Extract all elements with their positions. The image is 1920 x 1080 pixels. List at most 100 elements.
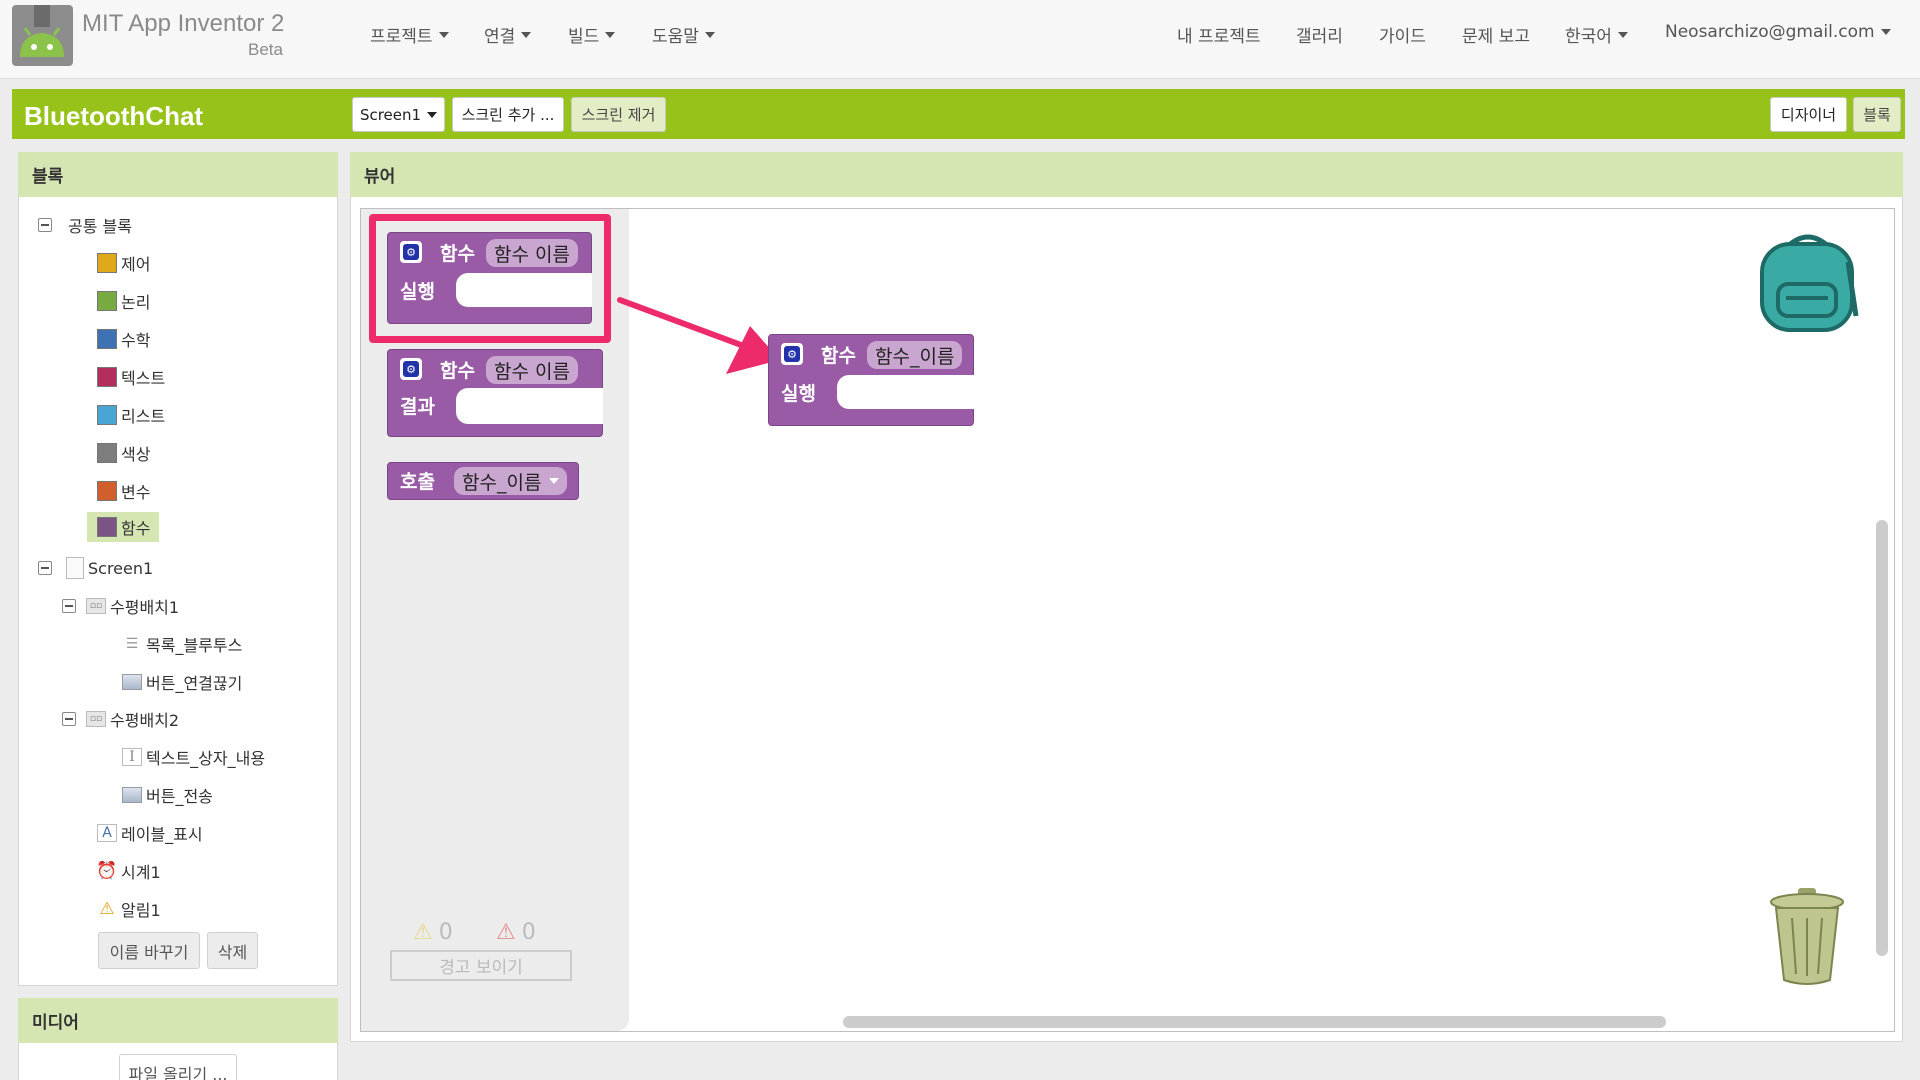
drawer-logic[interactable]: 논리 (97, 289, 150, 313)
nav-my-projects[interactable]: 내 프로젝트 (1177, 22, 1261, 47)
block-keyword: 함수 (440, 360, 475, 382)
media-panel-title: 미디어 (18, 998, 338, 1043)
collapse-icon[interactable] (38, 561, 52, 575)
blocks-panel-title: 블록 (18, 152, 338, 197)
add-screen-button[interactable]: 스크린 추가 ... (452, 97, 564, 132)
menu-build-label: 빌드 (568, 27, 600, 47)
tree-label: 수평배치2 (110, 711, 180, 730)
tree-label: 알림1 (121, 901, 161, 920)
tree-label: 버튼_전송 (146, 787, 213, 806)
block-body-label: 결과 (400, 396, 435, 418)
textbox-icon: I (122, 748, 142, 766)
menu-help[interactable]: 도움말 (652, 22, 715, 47)
colors-swatch-icon (97, 443, 117, 463)
collapse-icon[interactable] (62, 712, 76, 726)
tree-hz1[interactable]: ▫▫ 수평배치1 (62, 594, 179, 618)
block-body-label: 실행 (781, 383, 816, 405)
tree-label-show[interactable]: A 레이블_표시 (97, 821, 203, 845)
procedure-name-field[interactable]: 함수 이름 (486, 356, 578, 384)
drawer-control[interactable]: 제어 (97, 251, 150, 275)
trash-icon[interactable] (1768, 888, 1846, 988)
rename-button[interactable]: 이름 바꾸기 (98, 932, 200, 969)
tree-notifier[interactable]: ⚠ 알림1 (97, 897, 161, 921)
drawer-label: 변수 (121, 483, 151, 502)
control-swatch-icon (97, 253, 117, 273)
lists-swatch-icon (97, 405, 117, 425)
highlight-box (369, 214, 611, 343)
screen-icon (66, 557, 84, 579)
placed-procedure-block[interactable]: ⚙ 함수 함수_이름 실행 (768, 334, 974, 426)
drawer-procedures[interactable]: 함수 (87, 512, 159, 542)
procedure-result-block[interactable]: ⚙ 함수 함수 이름 결과 (387, 349, 603, 437)
mutator-gear-icon[interactable]: ⚙ (781, 343, 803, 365)
menu-connect[interactable]: 연결 (484, 22, 532, 47)
drawer-colors[interactable]: 색상 (97, 441, 150, 465)
tree-builtin-label: 공통 블록 (68, 217, 132, 236)
math-swatch-icon (97, 329, 117, 349)
mutator-gear-icon[interactable]: ⚙ (400, 358, 422, 380)
statement-slot (837, 375, 974, 409)
designer-button[interactable]: 디자이너 (1770, 97, 1847, 132)
procedure-dropdown[interactable]: 함수_이름 (454, 467, 568, 495)
blocks-editor-button[interactable]: 블록 (1853, 97, 1901, 132)
chevron-down-icon (438, 31, 449, 38)
drawer-lists[interactable]: 리스트 (97, 403, 165, 427)
drawer-label: 색상 (121, 445, 151, 464)
upload-file-button[interactable]: 파일 올리기 ... (119, 1054, 237, 1080)
warning-count: 0 (438, 920, 453, 945)
warning-icon: ⚠ (99, 899, 115, 919)
procedure-call-block[interactable]: 호출 함수_이름 (387, 462, 579, 500)
remove-screen-button[interactable]: 스크린 제거 (571, 97, 666, 132)
drawer-text[interactable]: 텍스트 (97, 365, 165, 389)
show-warnings-button[interactable]: 경고 보이기 (390, 950, 572, 981)
tree-clock[interactable]: ⏰ 시계1 (96, 859, 161, 883)
tree-label: 시계1 (121, 863, 161, 882)
block-keyword: 호출 (400, 471, 435, 493)
warning-icon: ⚠ (413, 920, 433, 945)
language-menu[interactable]: 한국어 (1565, 22, 1628, 47)
vertical-scrollbar[interactable] (1876, 520, 1888, 956)
tree-btn-send[interactable]: 버튼_전송 (122, 783, 213, 807)
screen-selector[interactable]: Screen1 (352, 97, 445, 132)
logic-swatch-icon (97, 291, 117, 311)
chevron-down-icon (605, 31, 616, 38)
menu-build[interactable]: 빌드 (568, 22, 616, 47)
button-icon (122, 674, 142, 690)
app-inventor-logo-icon[interactable] (12, 5, 73, 66)
drawer-math[interactable]: 수학 (97, 327, 150, 351)
tree-builtin[interactable]: 공통 블록 (38, 213, 132, 237)
app-title: MIT App Inventor 2 (82, 10, 285, 37)
variables-swatch-icon (97, 481, 117, 501)
value-slot (456, 388, 603, 424)
tree-btn-disconnect[interactable]: 버튼_연결끊기 (122, 670, 242, 694)
error-counter: ⚠ 0 (496, 920, 536, 945)
tree-label: 버튼_연결끊기 (146, 674, 243, 693)
clock-icon: ⏰ (96, 861, 118, 881)
warning-counter: ⚠ 0 (413, 920, 453, 945)
tree-list-bt[interactable]: ☰ 목록_블루투스 (122, 632, 243, 656)
nav-report-issue[interactable]: 문제 보고 (1462, 22, 1530, 47)
menu-project[interactable]: 프로젝트 (370, 22, 449, 47)
collapse-icon[interactable] (62, 599, 76, 613)
chevron-down-icon (1617, 31, 1628, 38)
chevron-down-icon (521, 31, 532, 38)
error-count: 0 (521, 920, 536, 945)
tree-text-content[interactable]: I 텍스트_상자_내용 (122, 745, 265, 769)
account-label: Neosarchizo@gmail.com (1665, 22, 1875, 42)
nav-guide[interactable]: 가이드 (1379, 22, 1426, 47)
drawer-variables[interactable]: 변수 (97, 479, 150, 503)
delete-button[interactable]: 삭제 (207, 932, 258, 969)
listpicker-icon: ☰ (125, 636, 139, 652)
block-keyword: 함수 (821, 345, 856, 367)
horizontal-scrollbar[interactable] (843, 1016, 1666, 1028)
nav-gallery[interactable]: 갤러리 (1296, 22, 1343, 47)
procedure-name-field[interactable]: 함수_이름 (867, 341, 963, 369)
backpack-icon[interactable] (1756, 226, 1860, 334)
account-menu[interactable]: Neosarchizo@gmail.com (1665, 22, 1891, 42)
tree-screen1[interactable]: Screen1 (38, 557, 153, 579)
tree-label: 레이블_표시 (121, 825, 203, 844)
tree-hz2[interactable]: ▫▫ 수평배치2 (62, 707, 179, 731)
viewer-panel-title: 뷰어 (350, 152, 1903, 197)
collapse-icon[interactable] (38, 218, 52, 232)
button-icon (122, 787, 142, 803)
